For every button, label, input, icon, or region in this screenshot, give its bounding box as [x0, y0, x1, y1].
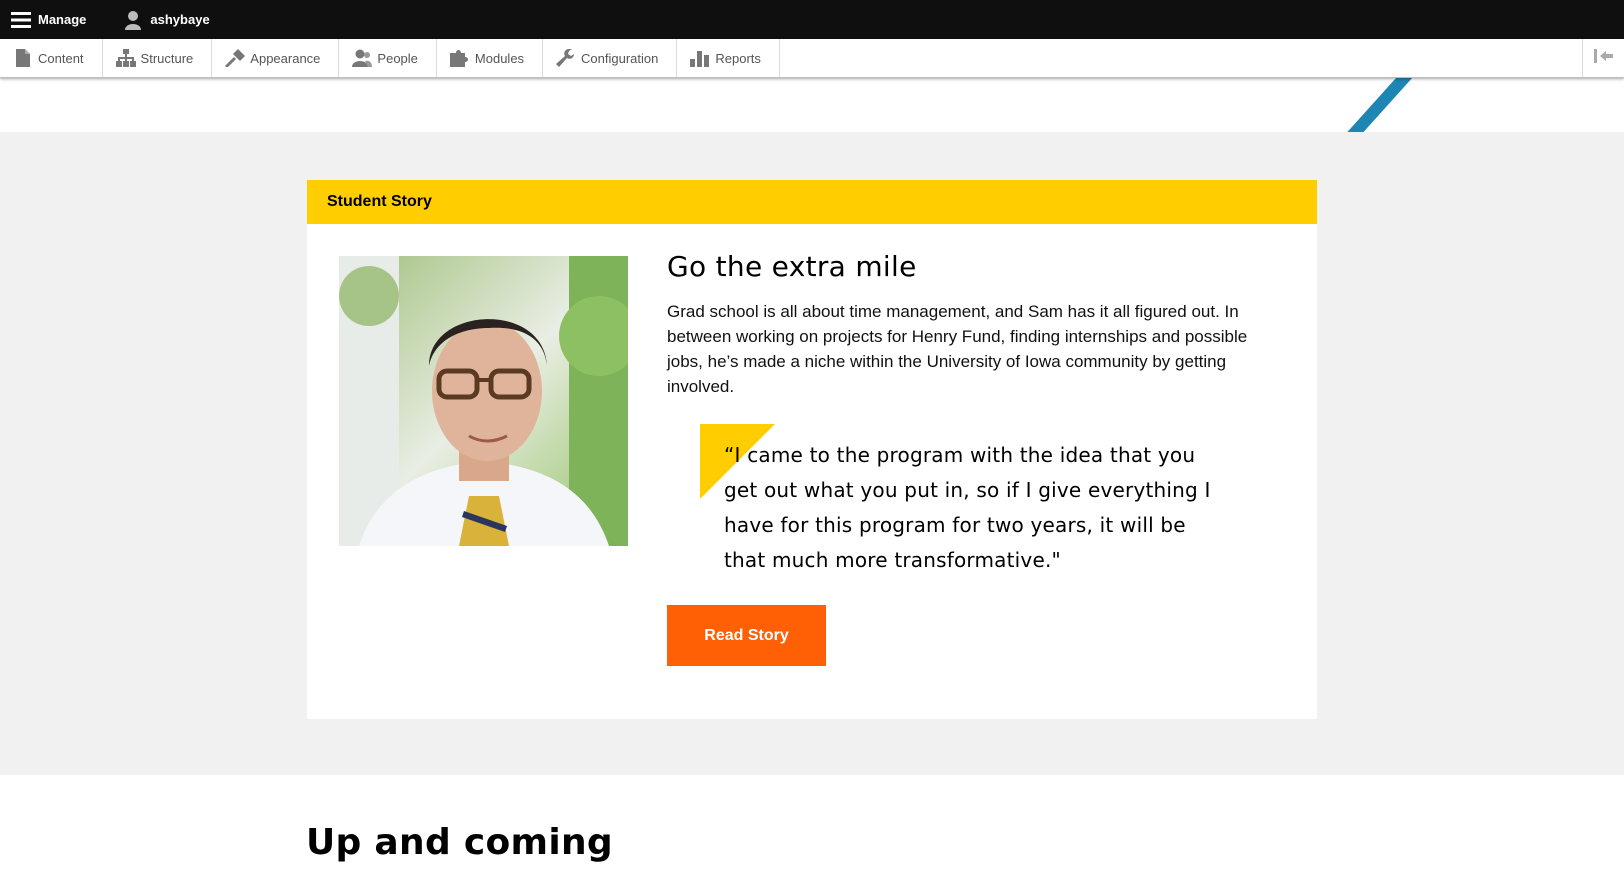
- tray-item-label: Modules: [474, 50, 525, 66]
- user-menu-button[interactable]: ashybaye: [112, 0, 221, 39]
- orientation-toggle-icon: [1593, 48, 1614, 68]
- wrench-icon: [556, 48, 576, 68]
- tray-item-reports[interactable]: Reports: [677, 39, 780, 77]
- story-title: Go the extra mile: [667, 250, 917, 283]
- tray-item-label: Appearance: [250, 50, 321, 66]
- story-quote: “I came to the program with the idea tha…: [700, 424, 1220, 572]
- tray-item-structure[interactable]: Structure: [103, 39, 213, 77]
- tray-item-appearance[interactable]: Appearance: [212, 39, 340, 77]
- orientation-toggle-button[interactable]: [1582, 39, 1624, 77]
- paintbrush-icon: [225, 48, 246, 68]
- card-header: Student Story: [307, 180, 1317, 224]
- puzzle-icon: [449, 48, 470, 68]
- tray-item-label: People: [377, 50, 418, 66]
- user-icon: [122, 9, 144, 31]
- bar-chart-icon: [690, 48, 710, 68]
- student-story-card: Student Story Go the extra mile Grad sch…: [307, 180, 1317, 719]
- people-icon: [352, 48, 373, 68]
- tray-item-label: Content: [38, 50, 84, 66]
- user-label: ashybaye: [150, 12, 210, 27]
- tray-item-people[interactable]: People: [339, 39, 437, 77]
- tray-item-configuration[interactable]: Configuration: [543, 39, 678, 77]
- file-icon: [13, 48, 33, 68]
- tray-item-label: Structure: [140, 50, 194, 66]
- tray-item-label: Reports: [715, 50, 761, 66]
- admin-toolbar: Manage ashybaye: [0, 0, 1624, 39]
- tray-item-content[interactable]: Content: [0, 39, 103, 77]
- admin-toolbar-tray: Content Structure Appearance People Modu…: [0, 39, 1624, 78]
- student-photo: [339, 256, 628, 546]
- manage-menu-button[interactable]: Manage: [0, 0, 98, 39]
- tray-item-label: Configuration: [581, 50, 659, 66]
- story-body: Grad school is all about time management…: [667, 302, 1248, 396]
- sitemap-icon: [115, 48, 136, 68]
- read-story-button[interactable]: Read Story: [667, 605, 826, 666]
- page-top-strip: [0, 78, 1624, 132]
- quote-text: “I came to the program with the idea tha…: [724, 443, 1211, 572]
- decorative-diagonal-stripe: [1344, 78, 1414, 132]
- manage-label: Manage: [38, 12, 87, 27]
- tray-item-modules[interactable]: Modules: [437, 39, 544, 77]
- hamburger-icon: [10, 9, 32, 31]
- up-and-coming-heading: Up and coming: [306, 822, 613, 863]
